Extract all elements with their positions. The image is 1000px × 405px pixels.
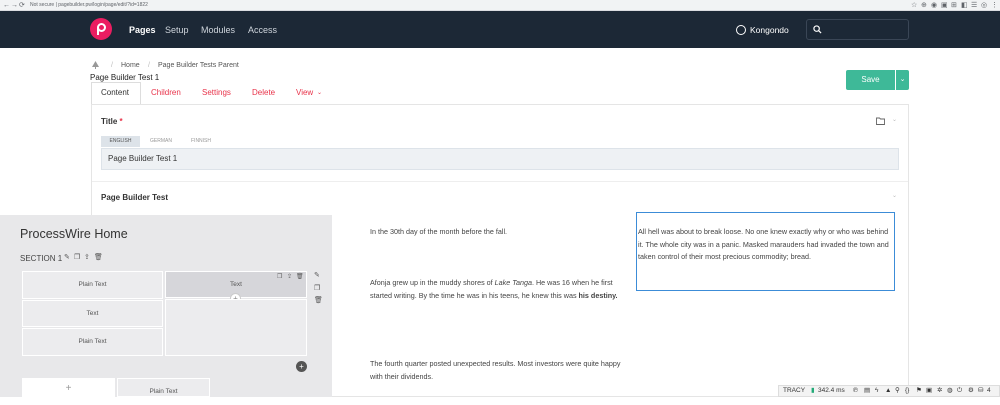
processwire-logo-icon[interactable] xyxy=(90,18,112,40)
title-input[interactable]: Page Builder Test 1 xyxy=(101,148,899,170)
reload-icon[interactable]: ⟳ xyxy=(19,1,25,10)
layers-icon[interactable]: ⛁ xyxy=(978,386,983,396)
power-icon[interactable]: ⏻ xyxy=(957,386,962,396)
paragraph-strong: his destiny. xyxy=(578,290,618,300)
browser-menu-icon[interactable]: ⋮ xyxy=(991,1,998,10)
lang-tab-german[interactable]: GERMAN xyxy=(141,136,181,147)
tracy-debug-bar: TRACY ▮ 342.4 ms ℗ ▤ ϟ ▲ ⚲ {} ⚑ ▣ ✲ ◍ ⏻ … xyxy=(778,385,1000,397)
paragraph-emphasis: Lake Tanga xyxy=(494,278,532,287)
copy-icon[interactable]: ❐ xyxy=(277,273,282,281)
timer-icon: ▮ xyxy=(811,387,815,394)
search-icon xyxy=(813,25,822,34)
tracy-count[interactable]: 4 xyxy=(987,386,991,396)
menu-access[interactable]: Access xyxy=(248,25,277,35)
breadcrumb-separator: / xyxy=(148,62,150,69)
trash-icon[interactable]: 🗑 xyxy=(314,297,323,305)
upload-icon[interactable]: ⇪ xyxy=(287,273,292,281)
title-label-text: Title xyxy=(101,117,118,126)
content-paragraph: In the 30th day of the month before the … xyxy=(370,227,508,236)
trash-icon[interactable]: 🗑 xyxy=(94,254,103,262)
extension-icon[interactable]: ◉ xyxy=(931,1,937,10)
processwire-icon[interactable]: ℗ xyxy=(853,386,858,396)
title-field-label: Title * xyxy=(101,117,123,126)
collapse-chevron-icon[interactable]: ⌄ xyxy=(892,192,897,199)
address-bar[interactable]: Not secure | pagebuilder.pw/login/page/e… xyxy=(30,1,910,10)
search-input[interactable] xyxy=(806,19,909,40)
section-label: SECTION 1 xyxy=(20,254,63,263)
folder-icon[interactable] xyxy=(876,117,885,125)
block-plain-text[interactable]: Plain Text xyxy=(22,328,163,356)
tracy-label[interactable]: TRACY xyxy=(783,386,805,396)
extension-icon[interactable]: ▣ xyxy=(941,1,948,10)
builder-panel-title: ProcessWire Home xyxy=(20,227,128,241)
copy-icon[interactable]: ❐ xyxy=(314,285,320,293)
terminal-icon[interactable]: ▣ xyxy=(926,386,932,396)
breadcrumb-home[interactable]: Home xyxy=(121,62,140,70)
bug-icon[interactable]: ✲ xyxy=(937,386,942,396)
bookmark-star-icon[interactable]: ☆ xyxy=(911,1,917,10)
user-name[interactable]: Kongondo xyxy=(750,25,789,35)
tab-children[interactable]: Children xyxy=(151,88,181,98)
trash-icon[interactable]: 🗑 xyxy=(296,273,304,281)
user-icon[interactable]: ◍ xyxy=(947,386,953,396)
menu-setup[interactable]: Setup xyxy=(165,25,189,35)
tab-settings[interactable]: Settings xyxy=(202,88,231,98)
brackets-icon[interactable]: {} xyxy=(905,386,909,396)
selected-text-block[interactable]: All hell was about to break loose. No on… xyxy=(636,212,895,291)
menu-modules[interactable]: Modules xyxy=(201,25,235,35)
tab-view[interactable]: View xyxy=(296,88,313,98)
save-dropdown-button[interactable]: ⌄ xyxy=(896,70,909,90)
required-marker: * xyxy=(119,117,123,126)
extension-icon[interactable]: ◧ xyxy=(961,1,968,10)
add-block-button[interactable]: + xyxy=(22,378,115,397)
bolt-icon[interactable]: ϟ xyxy=(875,386,878,396)
settings-icon[interactable]: ⚙ xyxy=(968,386,974,396)
tab-delete[interactable]: Delete xyxy=(252,88,275,98)
lang-tab-english[interactable]: ENGLISH xyxy=(101,136,140,147)
profile-icon[interactable]: ◎ xyxy=(981,1,987,10)
extension-icon[interactable]: ⊕ xyxy=(921,1,927,10)
pagebuilder-field-label: Page Builder Test xyxy=(101,193,168,202)
extension-icon[interactable]: ⊞ xyxy=(951,1,957,10)
breadcrumb-separator: / xyxy=(111,62,113,69)
menu-pages[interactable]: Pages xyxy=(129,25,156,35)
lang-tab-finnish[interactable]: FINNISH xyxy=(182,136,220,147)
forward-icon[interactable]: → xyxy=(11,1,18,10)
walk-icon[interactable]: ⚲ xyxy=(895,386,900,396)
document-icon[interactable]: ▤ xyxy=(864,386,870,396)
edit-icon[interactable]: ✎ xyxy=(314,272,320,280)
block-text[interactable]: Text xyxy=(22,300,163,327)
chevron-down-icon[interactable]: ⌄ xyxy=(317,88,322,98)
collapse-chevron-icon[interactable]: ⌄ xyxy=(892,116,897,123)
block-plain-text[interactable]: Plain Text xyxy=(22,271,163,299)
page-title: Page Builder Test 1 xyxy=(90,73,160,82)
paragraph-text: Afonja grew up in the muddy shores of xyxy=(370,278,495,287)
chevron-down-icon: ⌄ xyxy=(899,76,906,83)
tracy-time[interactable]: 342.4 ms xyxy=(818,386,845,396)
bookmark-icon[interactable]: ⚑ xyxy=(916,386,922,396)
back-icon[interactable]: ← xyxy=(3,1,10,10)
browser-toolbar: ← → ⟳ Not secure | pagebuilder.pw/login/… xyxy=(0,0,1000,11)
user-icon[interactable] xyxy=(736,25,746,35)
upload-icon[interactable]: ⇪ xyxy=(84,254,90,262)
field-divider xyxy=(92,181,908,182)
tree-icon[interactable]: ▲ xyxy=(885,386,891,396)
block-plain-text[interactable]: Plain Text xyxy=(117,378,210,397)
extension-icon[interactable]: ☰ xyxy=(971,1,977,10)
save-button[interactable]: Save xyxy=(846,70,895,90)
add-section-icon[interactable]: + xyxy=(296,361,307,372)
tree-icon[interactable] xyxy=(92,61,99,69)
tab-content[interactable]: Content xyxy=(101,88,129,98)
edit-icon[interactable]: ✎ xyxy=(64,254,70,262)
block-area xyxy=(165,299,307,356)
copy-icon[interactable]: ❐ xyxy=(74,254,80,262)
breadcrumb-parent[interactable]: Page Builder Tests Parent xyxy=(158,62,239,70)
content-paragraph: Afonja grew up in the muddy shores of La… xyxy=(370,277,625,302)
content-paragraph: The fourth quarter posted unexpected res… xyxy=(370,359,621,381)
